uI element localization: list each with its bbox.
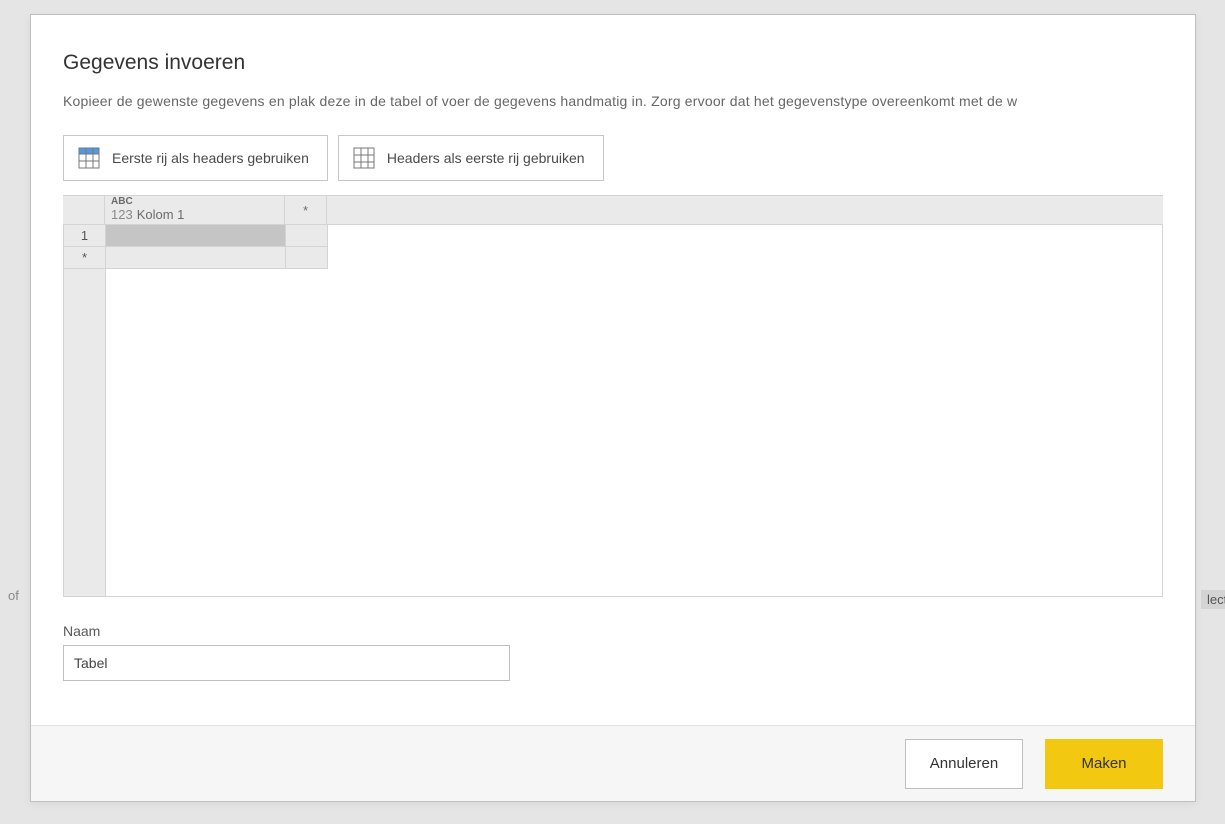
column-type-badge: ABC <box>111 197 133 207</box>
table-name-section: Naam <box>63 623 1163 681</box>
grid-column-header[interactable]: ABC 123 Kolom 1 <box>105 196 285 224</box>
cancel-button[interactable]: Annuleren <box>905 739 1023 789</box>
grid-cell-gutter <box>286 225 328 247</box>
table-name-label: Naam <box>63 623 1163 639</box>
background-text-left: of <box>8 588 19 603</box>
use-headers-as-first-row-button[interactable]: Headers als eerste rij gebruiken <box>338 135 604 181</box>
grid-cell-gutter <box>286 247 328 269</box>
grid-row-number[interactable]: 1 <box>64 225 106 247</box>
table-name-input[interactable] <box>63 645 510 681</box>
dialog-title: Gegevens invoeren <box>63 51 1163 75</box>
create-button[interactable]: Maken <box>1045 739 1163 789</box>
use-first-row-as-headers-button[interactable]: Eerste rij als headers gebruiken <box>63 135 328 181</box>
grid-new-row: * <box>64 247 1162 269</box>
grid-header-filler <box>327 196 1163 224</box>
grid-cell[interactable] <box>106 225 286 247</box>
grid-canvas-fill <box>106 269 1162 596</box>
grid-corner-cell[interactable] <box>63 196 105 224</box>
grid-new-row-cell[interactable] <box>106 247 286 269</box>
dialog-footer: Annuleren Maken <box>31 725 1195 801</box>
grid-gutter-fill <box>64 269 106 596</box>
background-text-right: lect <box>1201 590 1225 609</box>
table-promote-headers-icon <box>78 147 100 169</box>
button-label: Eerste rij als headers gebruiken <box>112 150 309 166</box>
dialog-description: Kopieer de gewenste gegevens en plak dez… <box>63 93 1163 109</box>
data-entry-grid: ABC 123 Kolom 1 * 1 * <box>63 195 1163 597</box>
grid-header-row: ABC 123 Kolom 1 * <box>63 195 1163 225</box>
grid-add-row[interactable]: * <box>64 247 106 269</box>
column-name: Kolom 1 <box>137 199 185 222</box>
grid-add-column[interactable]: * <box>285 196 327 224</box>
grid-empty-area <box>64 269 1162 596</box>
dialog-body: Gegevens invoeren Kopieer de gewenste ge… <box>31 15 1195 725</box>
enter-data-dialog: Gegevens invoeren Kopieer de gewenste ge… <box>30 14 1196 802</box>
button-label: Headers als eerste rij gebruiken <box>387 150 585 166</box>
grid-data-row: 1 <box>64 225 1162 247</box>
table-demote-headers-icon <box>353 147 375 169</box>
header-transform-buttons: Eerste rij als headers gebruiken Headers… <box>63 135 1163 181</box>
